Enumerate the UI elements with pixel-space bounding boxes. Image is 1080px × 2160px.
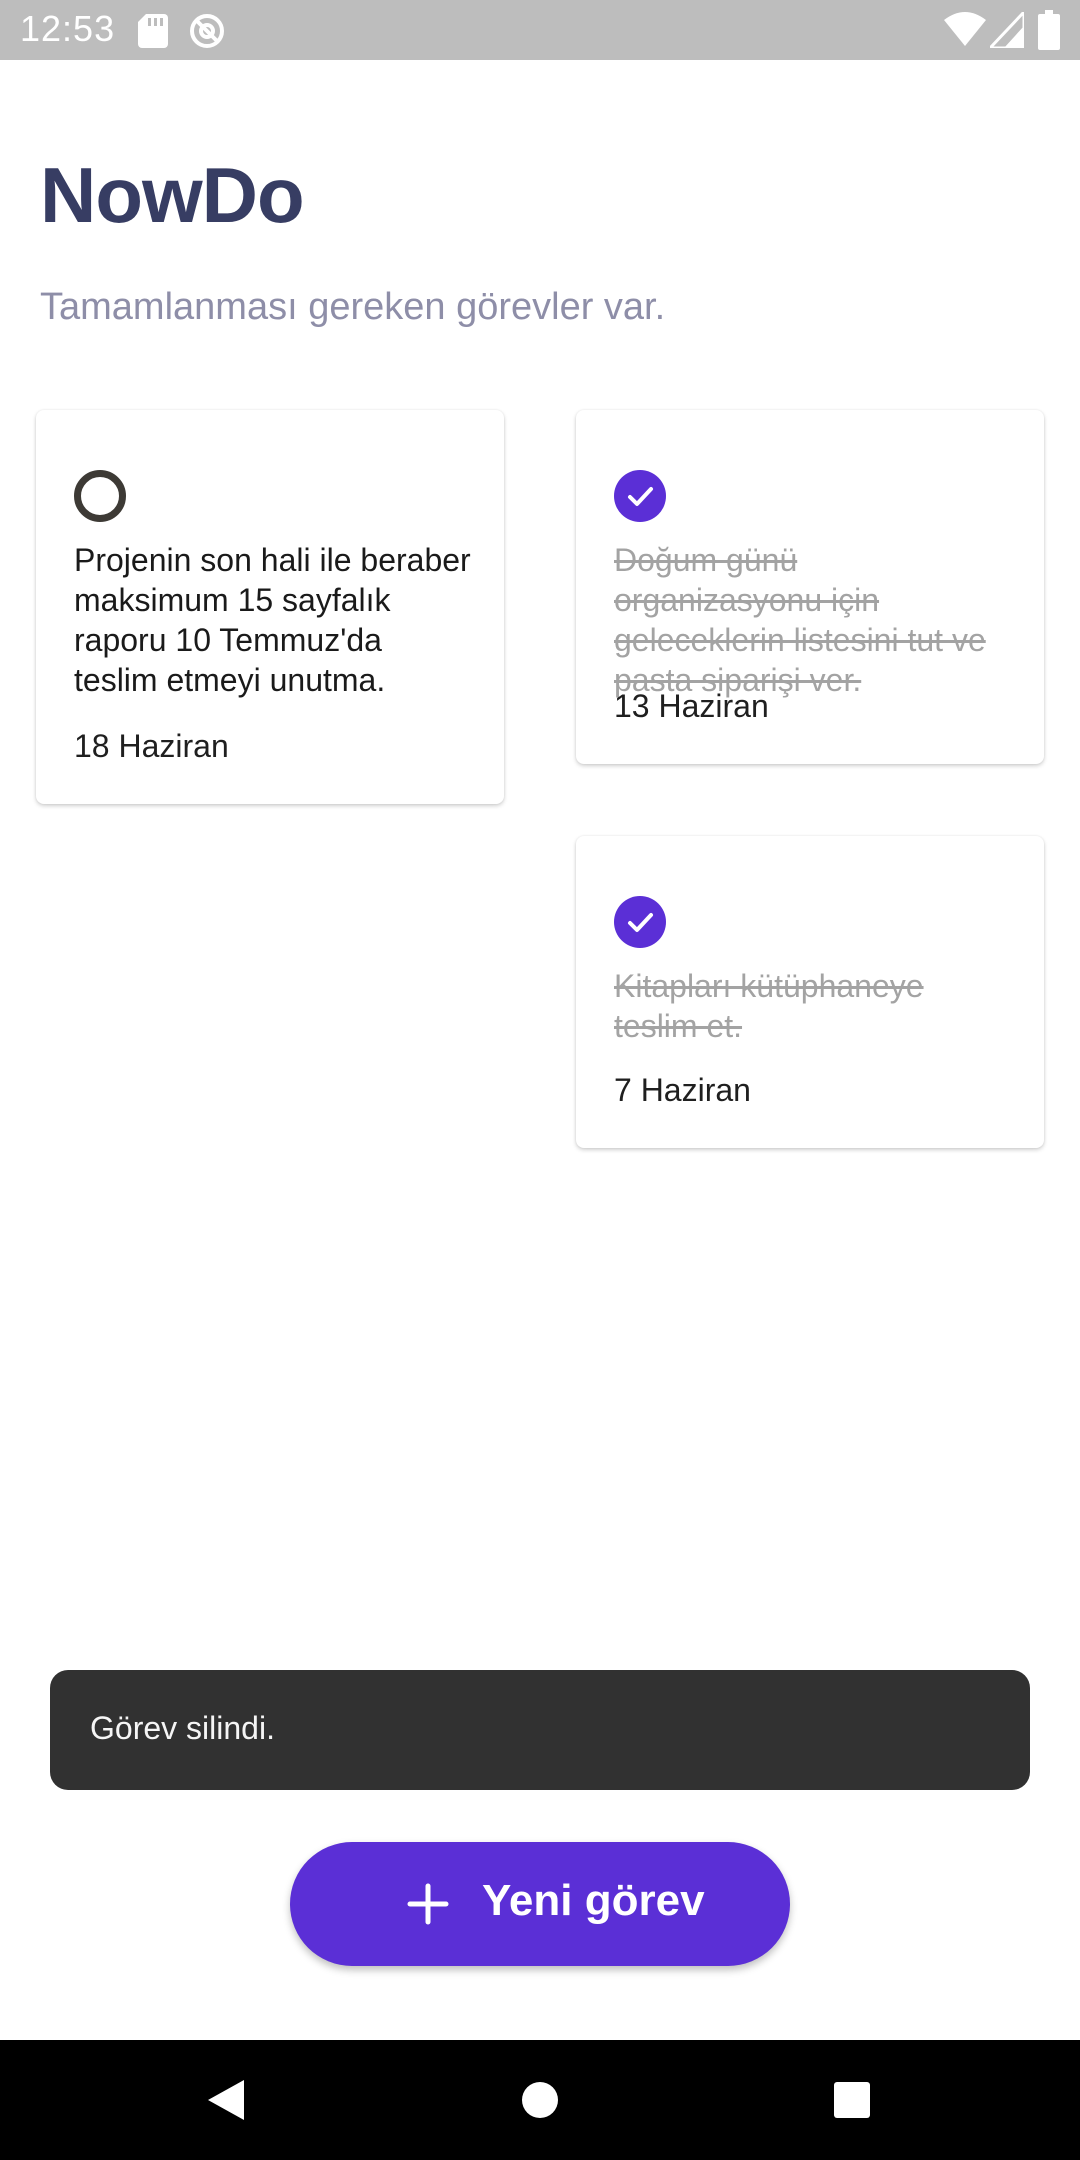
task-date: 7 Haziran [614,1072,751,1108]
snackbar: Görev silindi. [50,1670,1030,1790]
app-title: NowDo [40,151,305,239]
task-text: Doğum günü organizasyonu için gelecekler… [614,542,986,698]
wifi-icon [944,12,986,46]
task-text: Kitapları kütüphaneye teslim et. [614,968,924,1044]
battery-icon [1038,10,1060,50]
recents-icon[interactable] [834,2082,870,2118]
status-bar: 12:53 [0,0,1080,60]
back-icon[interactable] [206,2078,246,2122]
page-subtitle: Tamamlanması gereken görevler var. [40,286,666,328]
snackbar-message: Görev silindi. [90,1710,275,1746]
signal-icon [990,12,1024,48]
task-card[interactable]: Doğum günü organizasyonu için gelecekler… [576,410,1044,764]
task-date: 18 Haziran [74,728,229,764]
home-icon[interactable] [522,2082,558,2118]
status-time: 12:53 [20,8,116,49]
sync-icon [190,14,224,48]
new-task-label: Yeni görev [482,1876,705,1925]
incomplete-checkbox-icon[interactable] [74,470,126,522]
checkmark-circle-icon[interactable] [614,896,666,948]
task-date: 13 Haziran [614,688,769,724]
task-card[interactable]: Projenin son hali ile beraber maksimum 1… [36,410,504,804]
system-nav-bar [0,2040,1080,2160]
new-task-button[interactable]: Yeni görev [290,1842,790,1966]
task-card[interactable]: Kitapları kütüphaneye teslim et. 7 Hazir… [576,836,1044,1148]
plus-icon [407,1883,449,1925]
checkmark-circle-icon[interactable] [614,470,666,522]
sd-card-icon [138,14,168,48]
task-text: Projenin son hali ile beraber maksimum 1… [74,542,471,698]
